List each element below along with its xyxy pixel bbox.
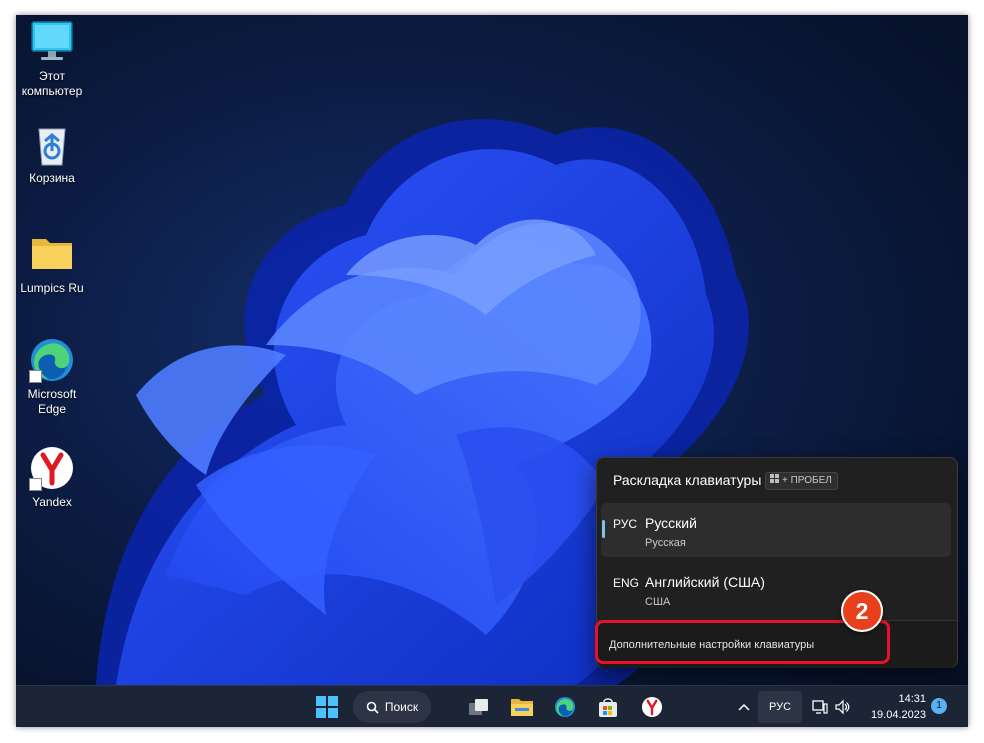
desktop-icon-edge[interactable]: Microsoft Edge [16, 337, 90, 417]
taskbar: Поиск РУС 14:31 19.04.2023 1 [16, 685, 968, 727]
taskbar-search-button[interactable]: Поиск [353, 691, 431, 723]
yandex-icon [641, 696, 663, 718]
desktop-icon-label: Lumpics Ru [20, 281, 84, 295]
desktop-icon-this-pc[interactable]: Этот компьютер [16, 19, 90, 99]
search-icon [366, 701, 379, 714]
shortcut-arrow-icon [29, 478, 42, 491]
yandex-taskbar-button[interactable] [635, 691, 669, 723]
edge-taskbar-button[interactable] [548, 691, 582, 723]
input-language-indicator[interactable]: РУС [758, 691, 802, 723]
step-number-badge: 2 [841, 590, 883, 632]
desktop-icon-label: Этот компьютер [21, 69, 83, 98]
start-button[interactable] [310, 691, 344, 723]
monitor-icon [29, 19, 75, 65]
volume-icon [835, 699, 850, 715]
clock-date: 19.04.2023 [870, 709, 926, 721]
chevron-up-icon [738, 703, 750, 711]
edge-icon [29, 337, 75, 383]
notification-count-badge[interactable]: 1 [931, 698, 947, 714]
windows-logo-icon [316, 696, 338, 718]
language-name: Английский (США) [645, 574, 765, 590]
language-layout: Русская [645, 537, 686, 549]
desktop-icon-recycle-bin[interactable]: Корзина [16, 121, 90, 186]
desktop-icon-yandex[interactable]: Yandex [16, 445, 90, 510]
edge-icon [554, 696, 576, 718]
flyout-title: Раскладка клавиатуры [613, 472, 762, 488]
clock-time: 14:31 [898, 693, 926, 705]
desktop-screen: Этот компьютер Корзина Lumpics Ru Micros… [16, 15, 968, 727]
search-label: Поиск [384, 700, 419, 714]
folder-icon [29, 231, 75, 277]
microsoft-store-icon [599, 698, 617, 717]
network-icon [812, 700, 828, 714]
recycle-bin-icon [29, 121, 75, 167]
desktop-icon-label: Yandex [32, 495, 72, 509]
highlight-frame [595, 620, 890, 664]
language-layout: США [645, 596, 671, 608]
windows-key-icon [770, 473, 779, 489]
quick-settings-button[interactable] [808, 691, 854, 723]
yandex-icon [29, 445, 75, 491]
language-name: Русский [645, 515, 697, 531]
language-code: ENG [613, 576, 640, 590]
hotkey-text: + ПРОБЕЛ [782, 475, 832, 486]
selected-indicator [602, 520, 605, 538]
language-item-russian[interactable]: РУС Русский Русская [601, 503, 951, 557]
language-item-english[interactable]: ENG Английский (США) США [601, 562, 951, 616]
store-button[interactable] [591, 691, 625, 723]
desktop-icon-label: Корзина [29, 171, 75, 185]
language-code: РУС [613, 517, 638, 531]
shortcut-arrow-icon [29, 370, 42, 383]
task-view-icon [469, 699, 488, 715]
taskbar-clock[interactable]: 14:31 19.04.2023 [858, 691, 926, 723]
hotkey-hint: + ПРОБЕЛ [765, 472, 838, 490]
desktop-icon-label: Microsoft Edge [27, 387, 77, 416]
show-hidden-icons-button[interactable] [732, 691, 756, 723]
task-view-button[interactable] [462, 691, 496, 723]
desktop-icon-folder[interactable]: Lumpics Ru [16, 231, 90, 296]
file-explorer-icon [511, 699, 533, 716]
file-explorer-button[interactable] [505, 691, 539, 723]
